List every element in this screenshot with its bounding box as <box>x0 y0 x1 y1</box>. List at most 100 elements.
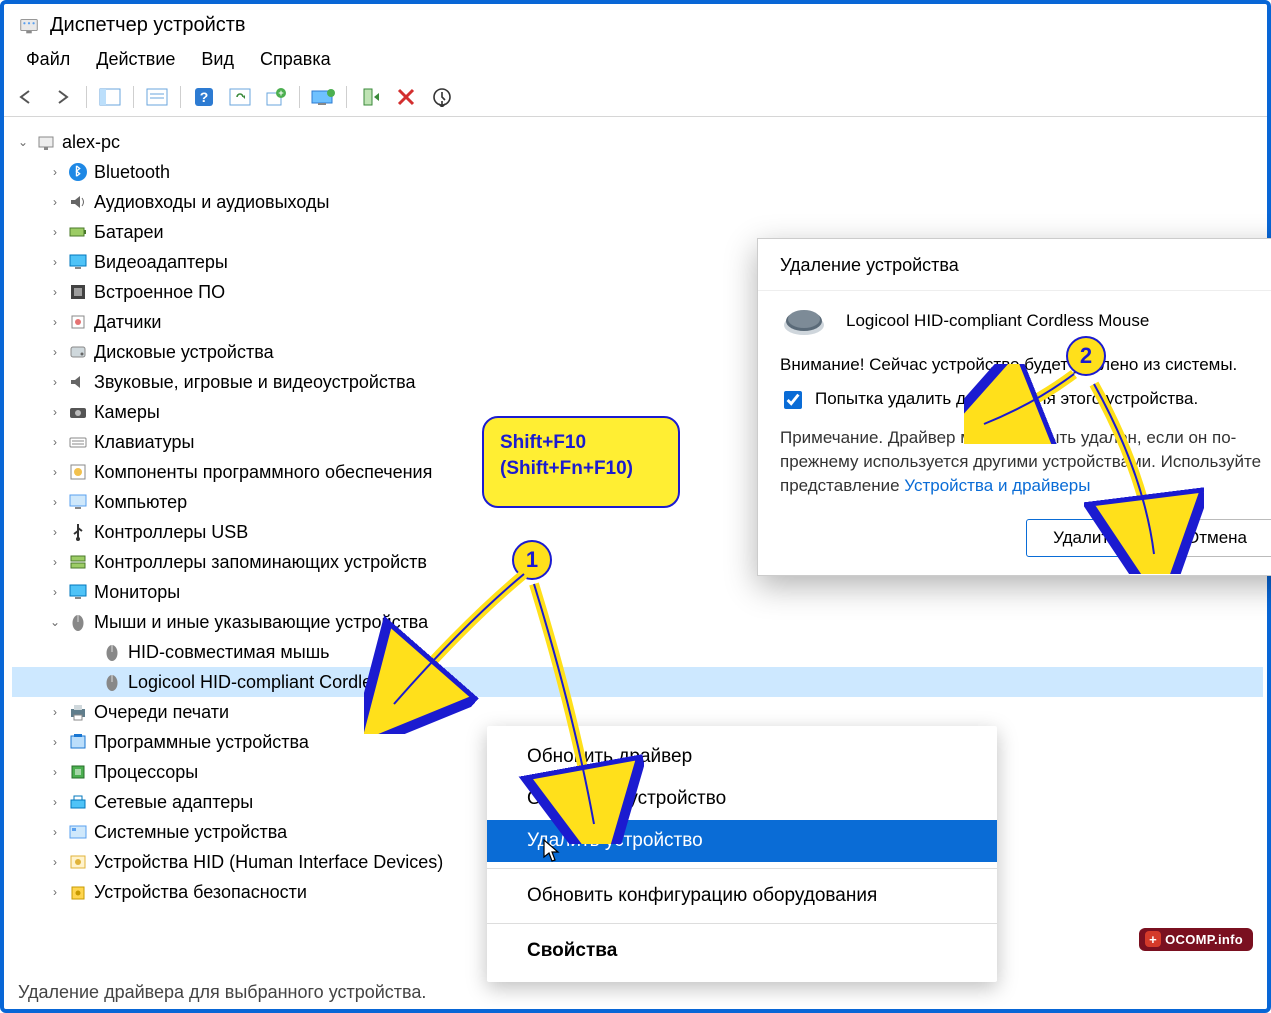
tree-device-label: HID-совместимая мышь <box>128 637 330 667</box>
expander-icon[interactable]: › <box>48 397 62 427</box>
expander-icon[interactable]: › <box>48 847 62 877</box>
expander-icon[interactable]: › <box>48 547 62 577</box>
expander-icon[interactable]: › <box>48 697 62 727</box>
tree-category-label: Камеры <box>94 397 160 427</box>
menubar: Файл Действие Вид Справка <box>4 43 1267 80</box>
menu-view[interactable]: Вид <box>201 49 234 70</box>
tree-category-label: Аудиовходы и аудиовыходы <box>94 187 329 217</box>
update-driver-button[interactable] <box>308 84 338 110</box>
expander-icon[interactable]: › <box>48 367 62 397</box>
context-menu-item[interactable]: Обновить драйвер <box>487 736 997 778</box>
toolbar: ? + <box>4 80 1267 117</box>
system-icon <box>68 822 88 842</box>
uninstall-cancel-button[interactable]: Отмена <box>1159 519 1271 557</box>
help-button[interactable]: ? <box>189 84 219 110</box>
enable-device-button[interactable] <box>355 84 385 110</box>
tree-category-label: Контроллеры USB <box>94 517 248 547</box>
tree-category-label: Звуковые, игровые и видеоустройства <box>94 367 416 397</box>
expander-icon[interactable]: › <box>48 247 62 277</box>
delete-driver-checkbox-label: Попытка удалить драйвер для этого устрой… <box>815 389 1198 409</box>
scan-hardware-button[interactable] <box>225 84 255 110</box>
expander-icon[interactable]: › <box>48 217 62 247</box>
tree-category[interactable]: ⌄ Мыши и иные указывающие устройства <box>12 607 1263 637</box>
tree-category-label: Bluetooth <box>94 157 170 187</box>
expander-icon[interactable]: › <box>48 877 62 907</box>
expander-icon[interactable]: › <box>48 577 62 607</box>
expander-icon[interactable]: › <box>48 487 62 517</box>
uninstall-device-button[interactable] <box>391 84 421 110</box>
menu-action[interactable]: Действие <box>96 49 175 70</box>
context-menu-item[interactable]: Удалить устройство <box>487 820 997 862</box>
tree-device-label: Logicool HID-compliant Cordless Mouse <box>128 667 449 697</box>
security-icon <box>68 882 88 902</box>
sound-icon <box>68 372 88 392</box>
battery-icon <box>68 222 88 242</box>
cursor-icon <box>543 839 561 863</box>
uninstall-dialog: Удаление устройства Logicool HID-complia… <box>757 238 1271 576</box>
context-menu-item[interactable]: Свойства <box>487 930 997 972</box>
devices-drivers-link[interactable]: Устройства и драйверы <box>904 476 1090 495</box>
context-menu-item[interactable]: Обновить конфигурацию оборудования <box>487 875 997 917</box>
usb-icon <box>68 522 88 542</box>
update-button[interactable] <box>427 84 457 110</box>
mouse-icon <box>102 672 122 692</box>
tree-category-label: Батареи <box>94 217 164 247</box>
back-button[interactable] <box>12 84 42 110</box>
tree-category-label: Мониторы <box>94 577 180 607</box>
expander-icon[interactable]: › <box>48 187 62 217</box>
hid-icon <box>68 852 88 872</box>
tree-category-label: Сетевые адаптеры <box>94 787 253 817</box>
expander-icon[interactable]: › <box>48 307 62 337</box>
computer-icon <box>36 132 56 152</box>
app-icon <box>18 15 40 37</box>
expander-icon[interactable]: › <box>48 727 62 757</box>
tree-device[interactable]: Logicool HID-compliant Cordless Mouse <box>12 667 1263 697</box>
context-menu-item[interactable]: Отключить устройство <box>487 778 997 820</box>
show-hide-tree-button[interactable] <box>95 84 125 110</box>
annotation-callout: Shift+F10 (Shift+Fn+F10) <box>482 416 680 508</box>
uninstall-confirm-button[interactable]: Удалить <box>1026 519 1145 557</box>
expander-icon[interactable]: › <box>48 157 62 187</box>
mouse-icon <box>68 612 88 632</box>
expander-icon[interactable]: › <box>48 457 62 487</box>
properties-button[interactable] <box>142 84 172 110</box>
expander-icon[interactable]: › <box>48 787 62 817</box>
mouse-icon <box>102 642 122 662</box>
expander-icon[interactable]: › <box>48 277 62 307</box>
expander-icon[interactable]: › <box>48 517 62 547</box>
tree-category-label: Клавиатуры <box>94 427 194 457</box>
tree-category[interactable]: › Мониторы <box>12 577 1263 607</box>
svg-text:?: ? <box>200 89 209 105</box>
expander-icon[interactable]: ⌄ <box>48 607 62 637</box>
tree-category-label: Видеоадаптеры <box>94 247 228 277</box>
tree-root[interactable]: ⌄ alex-pc <box>12 127 1263 157</box>
expander-icon[interactable]: › <box>48 757 62 787</box>
tree-category-label: Контроллеры запоминающих устройств <box>94 547 427 577</box>
annotation-badge-2: 2 <box>1066 336 1106 376</box>
tree-category-label: Устройства безопасности <box>94 877 307 907</box>
tree-category-label: Встроенное ПО <box>94 277 225 307</box>
forward-button[interactable] <box>48 84 78 110</box>
tree-category-label: Устройства HID (Human Interface Devices) <box>94 847 443 877</box>
delete-driver-checkbox-row[interactable]: Попытка удалить драйвер для этого устрой… <box>780 389 1271 412</box>
tree-category[interactable]: › Очереди печати <box>12 697 1263 727</box>
delete-driver-checkbox[interactable] <box>784 391 802 409</box>
expander-icon[interactable]: › <box>48 337 62 367</box>
mouse-icon <box>780 305 828 337</box>
expander-icon[interactable]: ⌄ <box>16 127 30 157</box>
menu-help[interactable]: Справка <box>260 49 331 70</box>
add-legacy-button[interactable]: + <box>261 84 291 110</box>
dialog-note: Примечание. Драйвер может не быть удален… <box>780 426 1271 497</box>
tree-category[interactable]: › Bluetooth <box>12 157 1263 187</box>
context-menu: Обновить драйверОтключить устройствоУдал… <box>487 726 997 982</box>
bluetooth-icon <box>68 162 88 182</box>
tree-category-label: Компьютер <box>94 487 187 517</box>
expander-icon[interactable]: › <box>48 817 62 847</box>
tree-device[interactable]: HID-совместимая мышь <box>12 637 1263 667</box>
menu-file[interactable]: Файл <box>26 49 70 70</box>
tree-category-label: Компоненты программного обеспечения <box>94 457 432 487</box>
expander-icon[interactable]: › <box>48 427 62 457</box>
dialog-title: Удаление устройства <box>758 239 1271 291</box>
tree-category[interactable]: › Аудиовходы и аудиовыходы <box>12 187 1263 217</box>
toolbar-separator <box>180 86 181 108</box>
